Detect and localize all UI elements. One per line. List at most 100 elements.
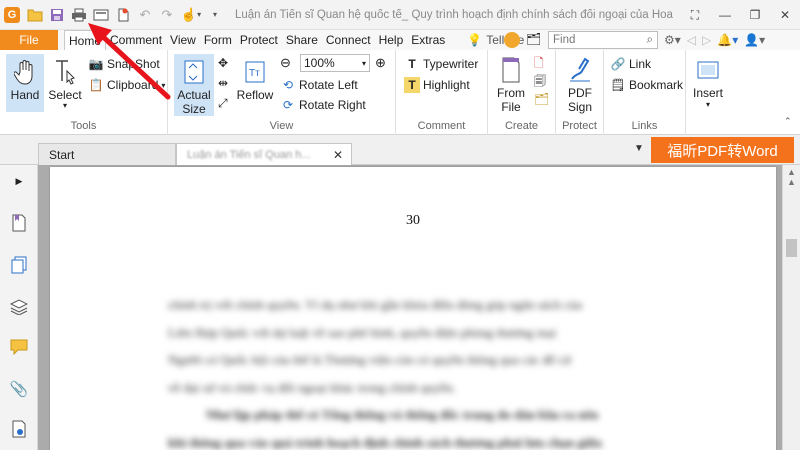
tools-group-label: Tools (70, 120, 97, 132)
undo-icon[interactable]: ↶ (135, 5, 155, 25)
protect-group-label: Protect (562, 120, 597, 132)
bookmarks-panel-icon[interactable] (9, 213, 29, 233)
maximize-button[interactable]: ❐ (740, 0, 770, 30)
tab-start[interactable]: Start (38, 143, 176, 165)
tab-view[interactable]: View (166, 30, 200, 50)
signatures-panel-icon[interactable] (9, 419, 29, 439)
title-bar: G ↶ ↷ ☝ ▾ ▾ Luận án Tiến sĩ Quan hệ quốc … (0, 0, 800, 30)
tools-group: Hand Select ▾ 📷 SnapShot 📋 Clipboard ▾ T… (0, 50, 168, 135)
svg-text:Tт: Tт (249, 68, 260, 79)
reflow-button[interactable]: Tт Reflow (236, 58, 274, 102)
tab-extras[interactable]: Extras (407, 30, 449, 50)
redo-icon[interactable]: ↷ (157, 5, 177, 25)
tab-list-dropdown-icon[interactable]: ▼ (634, 143, 644, 154)
reflow-label: Reflow (236, 88, 274, 102)
lightbulb-icon: 💡 (467, 33, 483, 47)
left-navigation-panel: ▶ 📎 (0, 165, 38, 450)
tab-share[interactable]: Share (282, 30, 322, 50)
tab-connect[interactable]: Connect (322, 30, 375, 50)
promo-banner[interactable]: 福昕PDF转Word (651, 137, 794, 163)
typewriter-button[interactable]: T Typewriter (404, 56, 478, 72)
actual-size-button[interactable]: Actual Size (174, 54, 214, 116)
file-menu-button[interactable]: File (0, 30, 58, 50)
create-group: From File 🗋 🗐 🗂 Create (488, 50, 556, 135)
print-icon[interactable] (69, 5, 89, 25)
attachments-panel-icon[interactable]: 📎 (9, 379, 29, 399)
clipboard-button[interactable]: 📋 Clipboard ▾ (88, 77, 166, 93)
comments-panel-icon[interactable] (9, 337, 29, 357)
user-account-icon[interactable]: 👤▾ (744, 33, 765, 47)
select-button[interactable]: Select ▾ (46, 58, 84, 110)
reflow-icon: Tт (242, 58, 268, 86)
text-line: về đại sứ và chức vụ đối ngoại khác tron… (168, 379, 456, 395)
layers-panel-icon[interactable] (9, 297, 29, 317)
view-group-label: View (269, 120, 294, 132)
insert-label: Insert (692, 86, 723, 100)
bookmark-button[interactable]: 🗒 Bookmark (610, 77, 683, 93)
links-group: 🔗 Link 🗒 Bookmark Links (604, 50, 686, 135)
fit-visible-icon[interactable]: ⤢ (218, 96, 228, 111)
tab-protect[interactable]: Protect (236, 30, 282, 50)
menu-right-tools: ⚙▾ ◁ ▷ 🔔▾ 👤▾ (664, 30, 765, 50)
highlight-icon: T (404, 77, 420, 93)
customize-toolbar-icon[interactable]: ▾ (205, 5, 225, 25)
scrollbar-thumb[interactable] (786, 239, 797, 257)
tab-help[interactable]: Help (375, 30, 408, 50)
scroll-up-icon[interactable]: ▲ (787, 167, 796, 177)
protect-group: PDF Sign Protect (556, 50, 604, 135)
text-line: Liên Hợp Quốc với dự luật về sao phê bìn… (168, 324, 557, 340)
pages-panel-icon[interactable] (9, 255, 29, 275)
pdf-sign-label: PDF Sign (567, 86, 593, 114)
tab-home[interactable]: Home (64, 30, 107, 50)
save-icon[interactable] (47, 5, 67, 25)
tab-document[interactable]: Luận án Tiến sĩ Quan h... ✕ (176, 143, 352, 165)
open-folder-icon[interactable] (25, 5, 45, 25)
fit-page-icon[interactable]: ✥ (218, 56, 228, 70)
notification-bell-icon[interactable]: 🔔▾ (717, 33, 738, 47)
folder-search-icon[interactable]: 🗂 (526, 32, 541, 46)
scan-icon[interactable] (91, 5, 111, 25)
text-line: Như lập pháp thể có Tổng thống và thống … (206, 407, 599, 422)
link-button[interactable]: 🔗 Link (610, 56, 652, 72)
fit-width-icon[interactable]: ⇹ (218, 76, 228, 90)
expand-panel-icon[interactable]: ▶ (9, 171, 29, 191)
insert-button[interactable]: Insert ▾ (690, 56, 726, 110)
zoom-out-icon[interactable]: ⊖ (280, 55, 291, 71)
hand-tool-icon[interactable]: ☝ ▾ (179, 5, 203, 25)
tab-form[interactable]: Form (200, 30, 236, 50)
previous-view-icon[interactable]: ◁ (687, 33, 696, 47)
snapshot-button[interactable]: 📷 SnapShot (88, 56, 160, 72)
fullscreen-icon[interactable]: ⛶ (680, 0, 710, 30)
document-viewport[interactable]: 30 chính trị với chính quyền. Vì dụ như … (38, 165, 782, 450)
link-icon: 🔗 (610, 57, 626, 71)
vertical-scrollbar[interactable]: ▲ ▲ (782, 165, 800, 450)
scroll-up-icon[interactable]: ▲ (787, 177, 796, 187)
text-line: chính trị với chính quyền. Vì dụ như khi… (168, 297, 583, 312)
close-tab-icon[interactable]: ✕ (333, 148, 343, 162)
rotate-left-label: Rotate Left (299, 78, 358, 92)
view-group: Actual Size ✥ ⇹ ⤢ Tт Reflow ⊖ 100% ▾ ⊕ ⟲… (168, 50, 396, 135)
tab-comment[interactable]: Comment (106, 30, 166, 50)
highlight-button[interactable]: T Highlight (404, 77, 470, 93)
search-icon[interactable]: ⌕ (647, 34, 653, 47)
settings-gear-icon[interactable]: ⚙▾ (664, 33, 681, 47)
rotate-right-button[interactable]: ⟳ Rotate Right (280, 97, 366, 113)
pdf-page: 30 chính trị với chính quyền. Vì dụ như … (50, 167, 776, 450)
find-input[interactable]: Find ⌕ (548, 31, 658, 49)
rotate-left-icon: ⟲ (282, 78, 294, 92)
pdf-sign-button[interactable]: PDF Sign (561, 56, 599, 114)
next-view-icon[interactable]: ▷ (702, 33, 711, 47)
minimize-button[interactable]: — (710, 0, 740, 30)
hand-button[interactable]: Hand (6, 54, 44, 112)
combine-files-icon[interactable]: 🗂 (534, 92, 549, 106)
from-scanner-icon[interactable]: 🗐 (534, 72, 546, 93)
zoom-in-icon[interactable]: ⊕ (375, 55, 386, 71)
from-file-button[interactable]: From File (494, 56, 528, 114)
heart-icon[interactable] (504, 32, 520, 48)
new-document-icon[interactable] (113, 5, 133, 25)
zoom-select[interactable]: 100% ▾ (300, 54, 370, 72)
rotate-left-button[interactable]: ⟲ Rotate Left (280, 77, 358, 93)
close-button[interactable]: ✕ (770, 0, 800, 30)
clipboard-label: Clipboard (107, 78, 159, 92)
collapse-ribbon-icon[interactable]: ⌃ (784, 116, 792, 127)
